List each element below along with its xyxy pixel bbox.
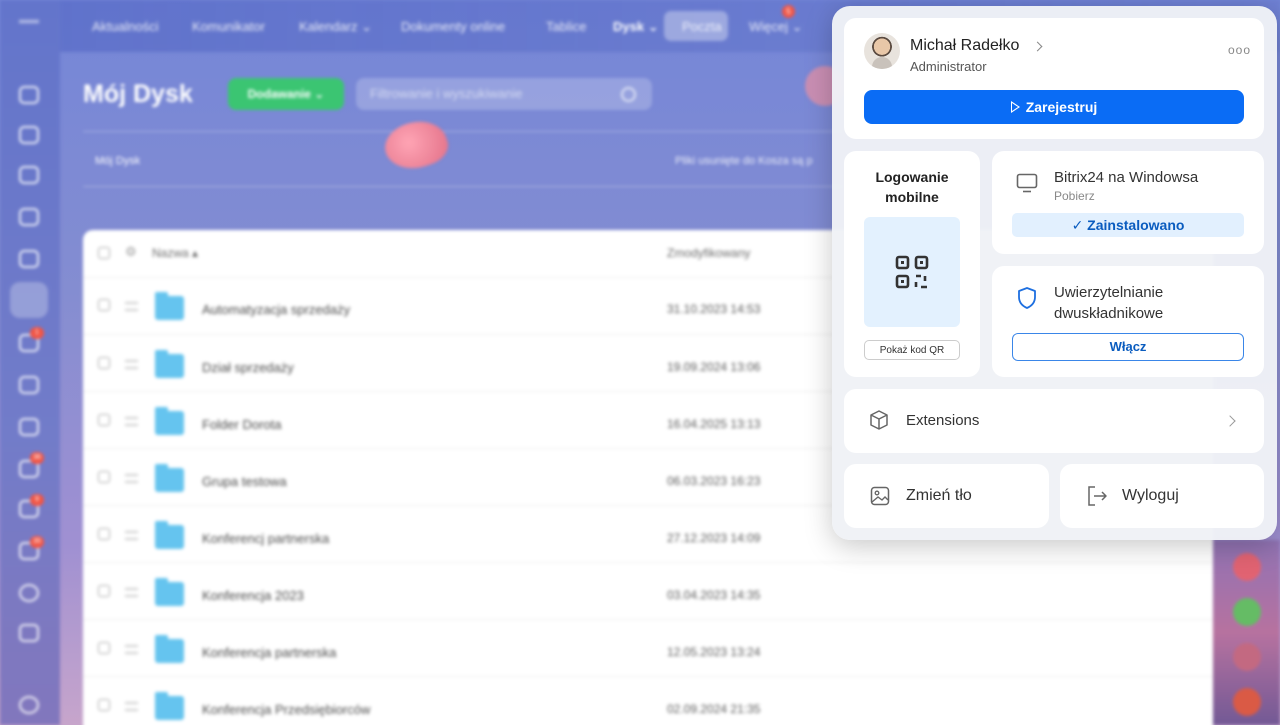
change-background-label: Zmień tło (906, 487, 972, 504)
user-role: Administrator (910, 59, 987, 74)
two-factor-card: Uwierzytelnianie dwuskładnikowe Włącz (992, 266, 1264, 377)
logout-label: Wyloguj (1122, 487, 1179, 504)
mobile-login-card: Logowanie mobilne Pokaż kod QR (844, 151, 980, 377)
change-background-button[interactable]: Zmień tło (844, 464, 1049, 528)
chevron-right-icon[interactable] (1032, 41, 1043, 52)
show-qr-button[interactable]: Pokaż kod QR (864, 340, 960, 360)
image-icon (870, 486, 890, 506)
monitor-icon (1016, 173, 1038, 193)
desktop-app-title: Bitrix24 na Windowsa (1054, 169, 1199, 186)
logout-button[interactable]: Wyloguj (1060, 464, 1264, 528)
qr-preview[interactable] (864, 217, 960, 327)
extensions-label: Extensions (906, 412, 980, 429)
more-options-icon[interactable]: ooo (1228, 43, 1251, 57)
mobile-login-title: Logowanie mobilne (875, 169, 949, 205)
chevron-right-icon (1224, 415, 1236, 427)
download-link[interactable]: Pobierz (1054, 189, 1095, 203)
qr-code-icon (895, 255, 929, 289)
logout-icon (1088, 486, 1107, 506)
user-name[interactable]: Michał Radełko (910, 37, 1019, 55)
package-icon (870, 410, 888, 430)
register-label: Zarejestruj (1025, 99, 1098, 115)
shield-icon (1018, 287, 1036, 309)
two-factor-title: Uwierzytelnianie dwuskładnikowe (1054, 284, 1164, 322)
avatar[interactable] (864, 33, 900, 69)
installed-status: ✓ Zainstalowano (1012, 213, 1244, 237)
extensions-row[interactable]: Extensions (844, 389, 1264, 453)
user-menu-popup: Michał Radełko Administrator ooo Zarejes… (832, 6, 1277, 540)
desktop-app-card: Bitrix24 na Windowsa Pobierz ✓ Zainstalo… (992, 151, 1264, 254)
profile-card: Michał Radełko Administrator ooo Zarejes… (844, 18, 1264, 139)
register-button[interactable]: Zarejestruj (864, 90, 1244, 124)
play-icon (1010, 101, 1020, 113)
enable-2fa-button[interactable]: Włącz (1012, 333, 1244, 361)
